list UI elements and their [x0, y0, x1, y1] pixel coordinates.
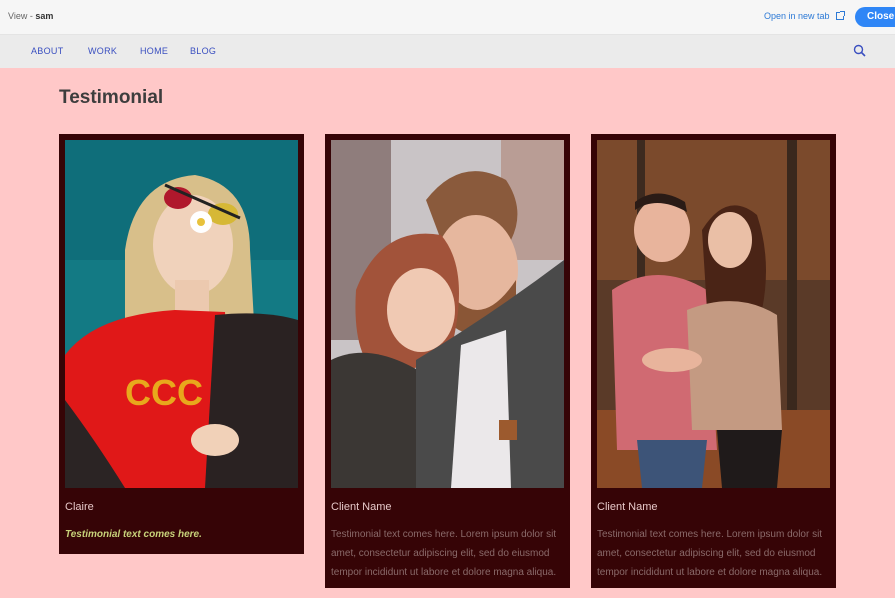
nav-item-work[interactable]: WORK	[88, 46, 117, 56]
nav-item-blog[interactable]: BLOG	[190, 46, 216, 56]
page-title: Testimonial	[59, 87, 164, 108]
client-photo: CCC	[65, 140, 298, 488]
testimonial-card: CCC Claire Testimonial text comes here.	[59, 134, 304, 554]
client-photo	[331, 140, 564, 488]
client-name: Client Name	[597, 501, 658, 513]
open-in-new-tab-link[interactable]: Open in new tab	[764, 11, 845, 21]
close-button[interactable]: Close	[855, 7, 895, 27]
view-user: sam	[35, 11, 54, 21]
view-label: View - sam	[8, 11, 54, 21]
search-icon[interactable]	[853, 44, 866, 57]
nav-item-home[interactable]: HOME	[140, 46, 168, 56]
testimonial-text: Testimonial text comes here. Lorem ipsum…	[331, 529, 557, 578]
testimonial-card: Client Name Testimonial text comes here.…	[591, 134, 836, 588]
open-in-new-tab-label: Open in new tab	[764, 11, 830, 21]
site-navbar: ABOUT WORK HOME BLOG	[0, 35, 895, 68]
testimonial-text: Testimonial text comes here.	[65, 529, 202, 540]
client-photo	[597, 140, 830, 488]
client-name: Client Name	[331, 501, 392, 513]
svg-text:CCC: CCC	[125, 372, 203, 413]
nav-item-about[interactable]: ABOUT	[31, 46, 64, 56]
testimonial-card: Client Name Testimonial text comes here.…	[325, 134, 570, 588]
client-name: Claire	[65, 501, 94, 513]
testimonial-text: Testimonial text comes here. Lorem ipsum…	[597, 529, 823, 578]
preview-topbar: View - sam Open in new tab Close	[0, 0, 895, 35]
external-link-icon	[835, 11, 845, 20]
